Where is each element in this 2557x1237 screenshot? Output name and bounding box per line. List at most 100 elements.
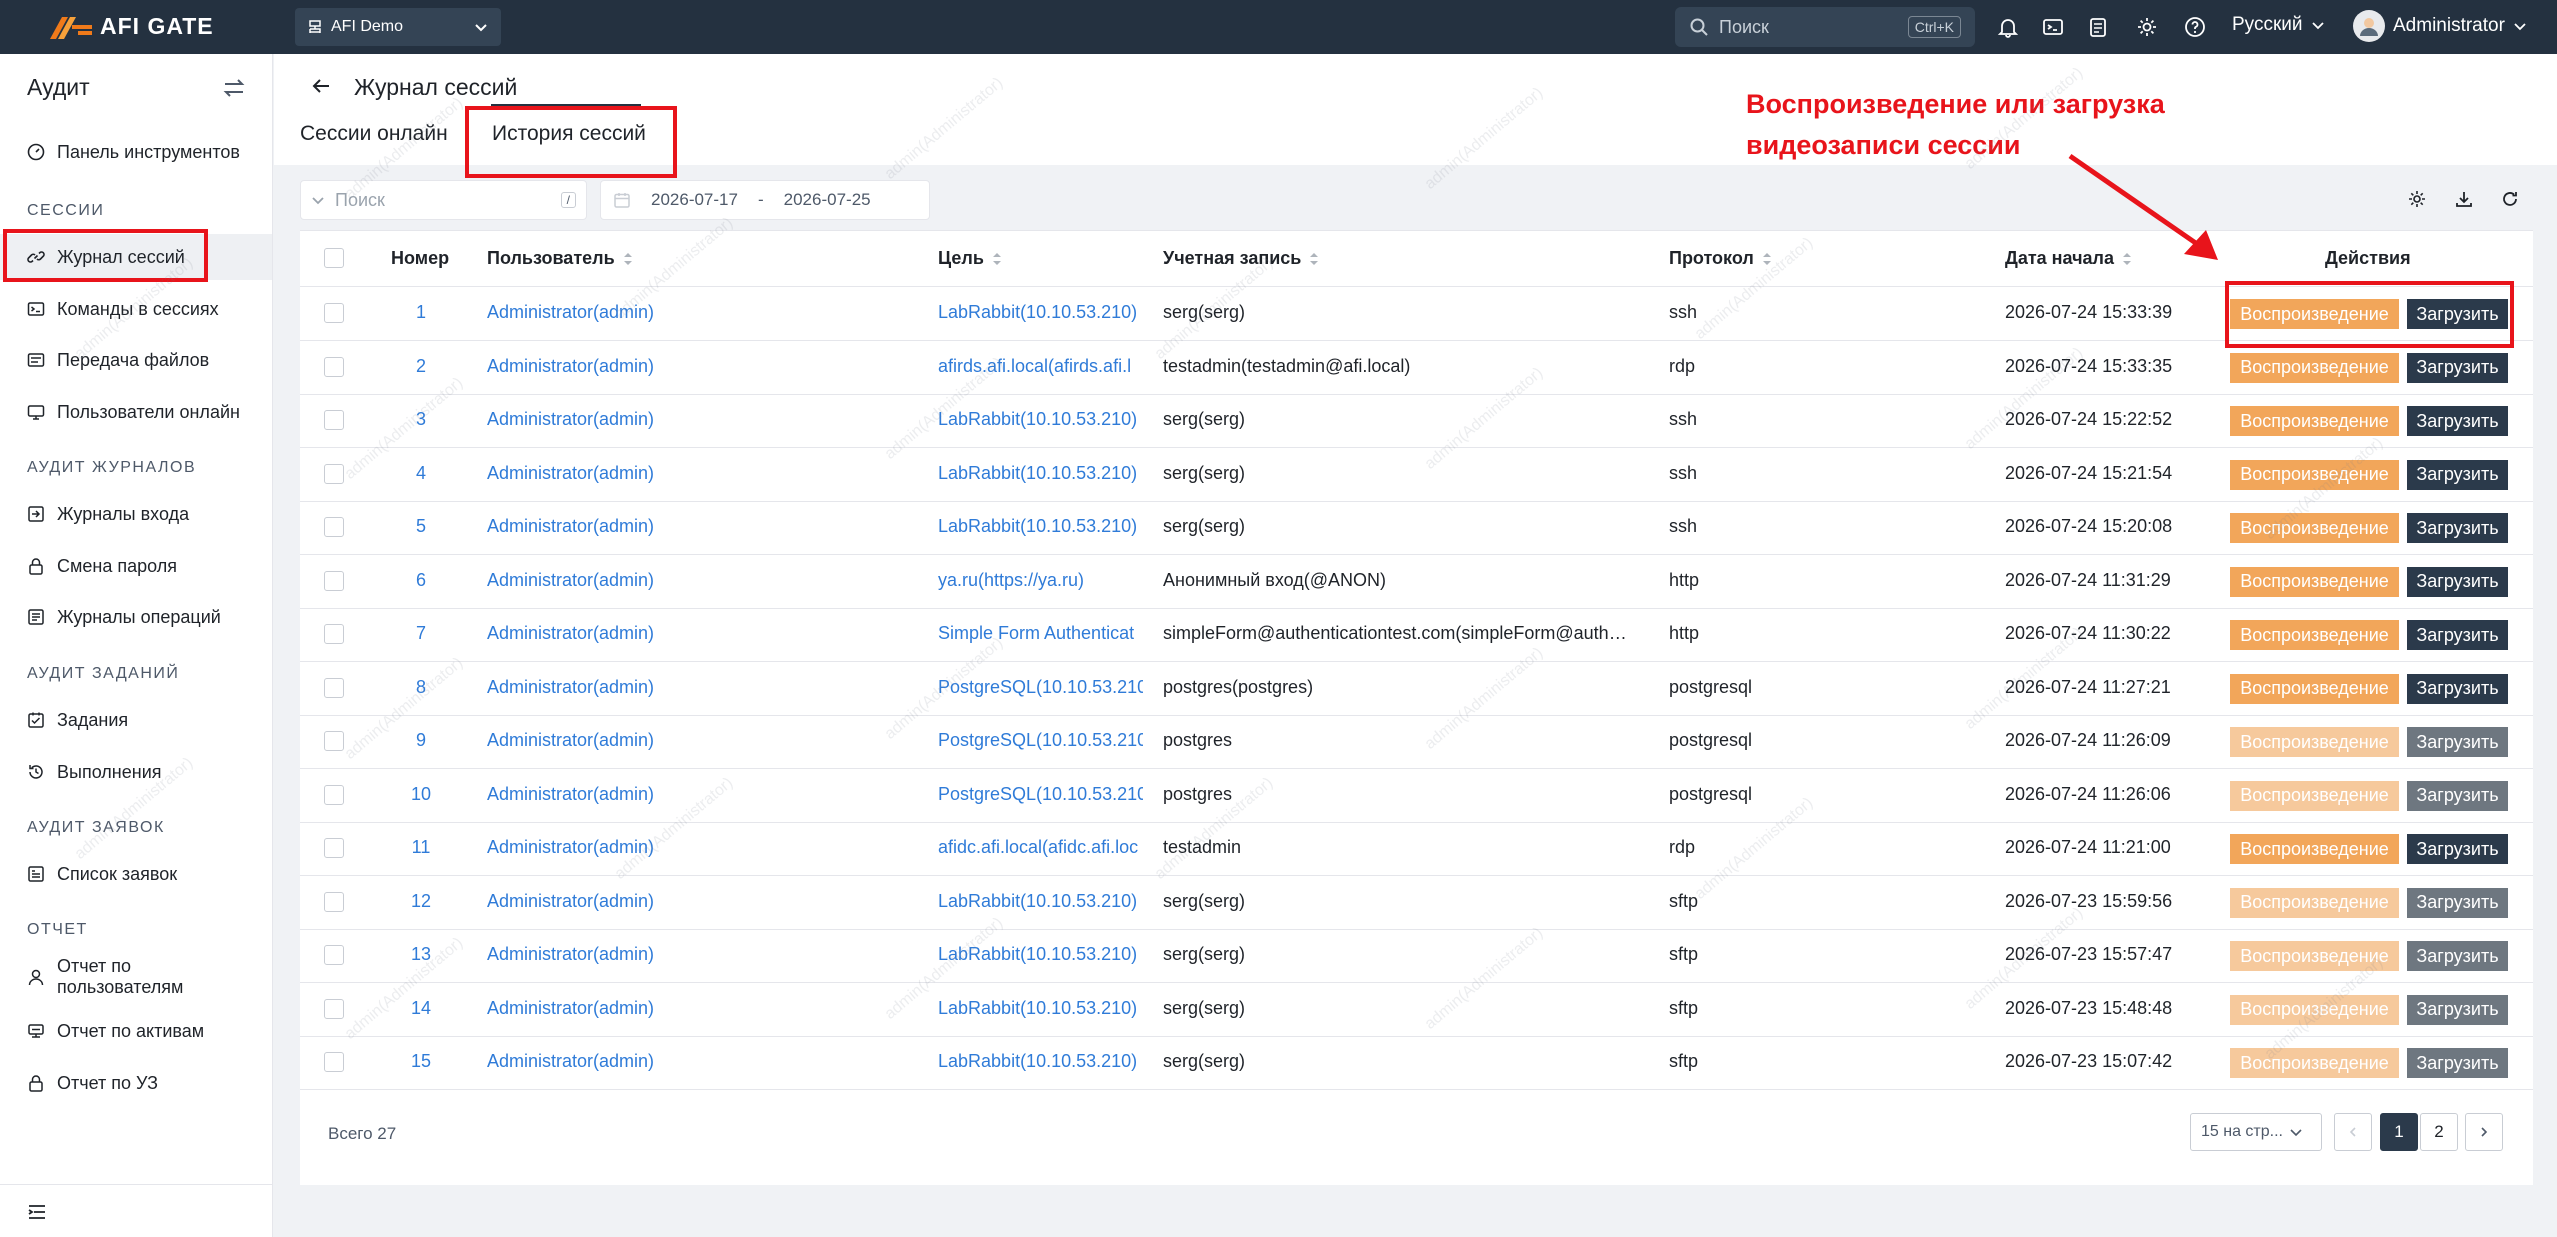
row-user-link[interactable]: Administrator(admin) <box>487 516 917 537</box>
table-row[interactable]: 10 Administrator(admin) PostgreSQL(10.10.5… <box>300 769 2533 823</box>
switch-view-icon[interactable] <box>222 76 246 100</box>
column-account[interactable]: Учетная запись <box>1163 248 1319 269</box>
table-row[interactable]: 4 Administrator(admin) LabRabbit(10.10.53.… <box>300 448 2533 502</box>
play-button[interactable]: Воспроизведение <box>2230 352 2399 383</box>
tab-online-sessions[interactable]: Сессии онлайн <box>300 122 448 146</box>
row-user-link[interactable]: Administrator(admin) <box>487 891 917 912</box>
row-user-link[interactable]: Administrator(admin) <box>487 623 917 644</box>
row-number[interactable]: 4 <box>391 463 451 484</box>
row-number[interactable]: 7 <box>391 623 451 644</box>
row-checkbox[interactable] <box>324 570 344 591</box>
play-button[interactable]: Воспроизведение <box>2230 834 2399 864</box>
column-user[interactable]: Пользователь <box>487 248 633 269</box>
table-row[interactable]: 14 Administrator(admin) LabRabbit(10.10.53… <box>300 983 2533 1037</box>
table-row[interactable]: 15 Administrator(admin) LabRabbit(10.10.53… <box>300 1036 2533 1090</box>
row-checkbox[interactable] <box>324 998 344 1019</box>
row-user-link[interactable]: Administrator(admin) <box>487 677 917 698</box>
row-number[interactable]: 12 <box>391 891 451 912</box>
row-target-link[interactable]: ya.ru(https://ya.ru) <box>938 570 1143 591</box>
sidebar-item-user-report[interactable]: Отчет по пользователям <box>0 949 272 1005</box>
table-row[interactable]: 6 Administrator(admin) ya.ru(https://ya.ru… <box>300 555 2533 609</box>
row-user-link[interactable]: Administrator(admin) <box>487 1051 917 1072</box>
sidebar-item-tickets-list[interactable]: Список заявок <box>0 851 272 897</box>
row-user-link[interactable]: Administrator(admin) <box>487 730 917 751</box>
row-target-link[interactable]: PostgreSQL(10.10.53.210 <box>938 730 1143 751</box>
row-checkbox[interactable] <box>324 410 344 430</box>
bell-icon[interactable] <box>1995 14 2021 40</box>
play-button[interactable]: Воспроизведение <box>2230 1048 2399 1078</box>
global-search[interactable]: Поиск Ctrl+K <box>1675 7 1975 47</box>
prev-page-button[interactable] <box>2334 1113 2372 1151</box>
row-user-link[interactable]: Administrator(admin) <box>487 356 917 377</box>
brand-logo[interactable]: AFI GATE <box>48 11 214 41</box>
download-button[interactable]: Загрузить <box>2407 887 2508 918</box>
download-button[interactable]: Загрузить <box>2407 620 2508 650</box>
table-row[interactable]: 13 Administrator(admin) LabRabbit(10.10.53… <box>300 929 2533 983</box>
download-button[interactable]: Загрузить <box>2407 406 2508 436</box>
download-button[interactable]: Загрузить <box>2407 1048 2508 1078</box>
page-size-select[interactable]: 15 на стр... <box>2190 1113 2322 1151</box>
download-button[interactable]: Загрузить <box>2407 459 2508 490</box>
table-row[interactable]: 12 Administrator(admin) LabRabbit(10.10.53… <box>300 876 2533 930</box>
row-checkbox[interactable] <box>324 731 344 751</box>
row-user-link[interactable]: Administrator(admin) <box>487 570 917 591</box>
row-number[interactable]: 10 <box>391 784 451 805</box>
sidebar-item-dashboard[interactable]: Панель инструментов <box>0 129 272 175</box>
table-row[interactable]: 3 Administrator(admin) LabRabbit(10.10.53.… <box>300 394 2533 448</box>
help-icon[interactable] <box>2182 14 2208 40</box>
date-range-picker[interactable]: 2026-07-17 - 2026-07-25 <box>600 180 930 220</box>
page-button-2[interactable]: 2 <box>2420 1113 2458 1151</box>
row-checkbox[interactable] <box>324 945 344 965</box>
row-number[interactable]: 5 <box>391 516 451 537</box>
settings-icon[interactable] <box>2134 14 2160 40</box>
export-download-icon[interactable] <box>2452 187 2476 211</box>
table-row[interactable]: 1 Administrator(admin) LabRabbit(10.10.53.… <box>300 287 2533 341</box>
row-checkbox[interactable] <box>324 624 344 644</box>
download-button[interactable]: Загрузить <box>2407 727 2508 757</box>
column-protocol[interactable]: Протокол <box>1669 248 1772 269</box>
row-target-link[interactable]: LabRabbit(10.10.53.210) <box>938 409 1143 430</box>
sidebar-item-session-commands[interactable]: Команды в сессиях <box>0 286 272 332</box>
play-button[interactable]: Воспроизведение <box>2230 513 2399 543</box>
row-checkbox[interactable] <box>324 517 344 537</box>
row-target-link[interactable]: Simple Form Authenticat <box>938 623 1143 644</box>
table-row[interactable]: 9 Administrator(admin) PostgreSQL(10.10.53… <box>300 715 2533 769</box>
play-button[interactable]: Воспроизведение <box>2230 406 2399 436</box>
row-target-link[interactable]: PostgreSQL(10.10.53.210 <box>938 784 1143 805</box>
table-search-input[interactable]: Поиск / <box>300 180 587 220</box>
sidebar-item-operation-logs[interactable]: Журналы операций <box>0 594 272 640</box>
row-checkbox[interactable] <box>324 303 344 323</box>
download-button[interactable]: Загрузить <box>2407 941 2508 971</box>
download-button[interactable]: Загрузить <box>2407 994 2508 1025</box>
row-checkbox[interactable] <box>324 838 344 858</box>
play-button[interactable]: Воспроизведение <box>2230 673 2399 704</box>
row-target-link[interactable]: LabRabbit(10.10.53.210) <box>938 463 1143 484</box>
download-button[interactable]: Загрузить <box>2407 780 2508 811</box>
play-button[interactable]: Воспроизведение <box>2230 994 2399 1025</box>
language-select[interactable]: Русский <box>2232 14 2325 36</box>
row-target-link[interactable]: LabRabbit(10.10.53.210) <box>938 944 1143 965</box>
row-checkbox[interactable] <box>324 1052 344 1072</box>
row-number[interactable]: 15 <box>391 1051 451 1072</box>
table-row[interactable]: 5 Administrator(admin) LabRabbit(10.10.53.… <box>300 501 2533 555</box>
play-button[interactable]: Воспроизведение <box>2230 459 2399 490</box>
row-user-link[interactable]: Administrator(admin) <box>487 409 917 430</box>
row-user-link[interactable]: Administrator(admin) <box>487 302 917 323</box>
download-button[interactable]: Загрузить <box>2407 673 2508 704</box>
download-button[interactable]: Загрузить <box>2407 513 2508 543</box>
play-button[interactable]: Воспроизведение <box>2230 780 2399 811</box>
clipboard-icon[interactable] <box>2085 14 2111 40</box>
row-number[interactable]: 8 <box>391 677 451 698</box>
row-number[interactable]: 11 <box>391 837 451 858</box>
table-row[interactable]: 8 Administrator(admin) PostgreSQL(10.10.53… <box>300 662 2533 716</box>
row-user-link[interactable]: Administrator(admin) <box>487 784 917 805</box>
select-all-checkbox[interactable] <box>324 248 344 268</box>
row-number[interactable]: 6 <box>391 570 451 591</box>
row-checkbox[interactable] <box>324 784 344 805</box>
play-button[interactable]: Воспроизведение <box>2230 727 2399 757</box>
row-number[interactable]: 9 <box>391 730 451 751</box>
play-button[interactable]: Воспроизведение <box>2230 941 2399 971</box>
row-target-link[interactable]: LabRabbit(10.10.53.210) <box>938 516 1143 537</box>
row-target-link[interactable]: LabRabbit(10.10.53.210) <box>938 1051 1143 1072</box>
row-number[interactable]: 14 <box>391 998 451 1019</box>
